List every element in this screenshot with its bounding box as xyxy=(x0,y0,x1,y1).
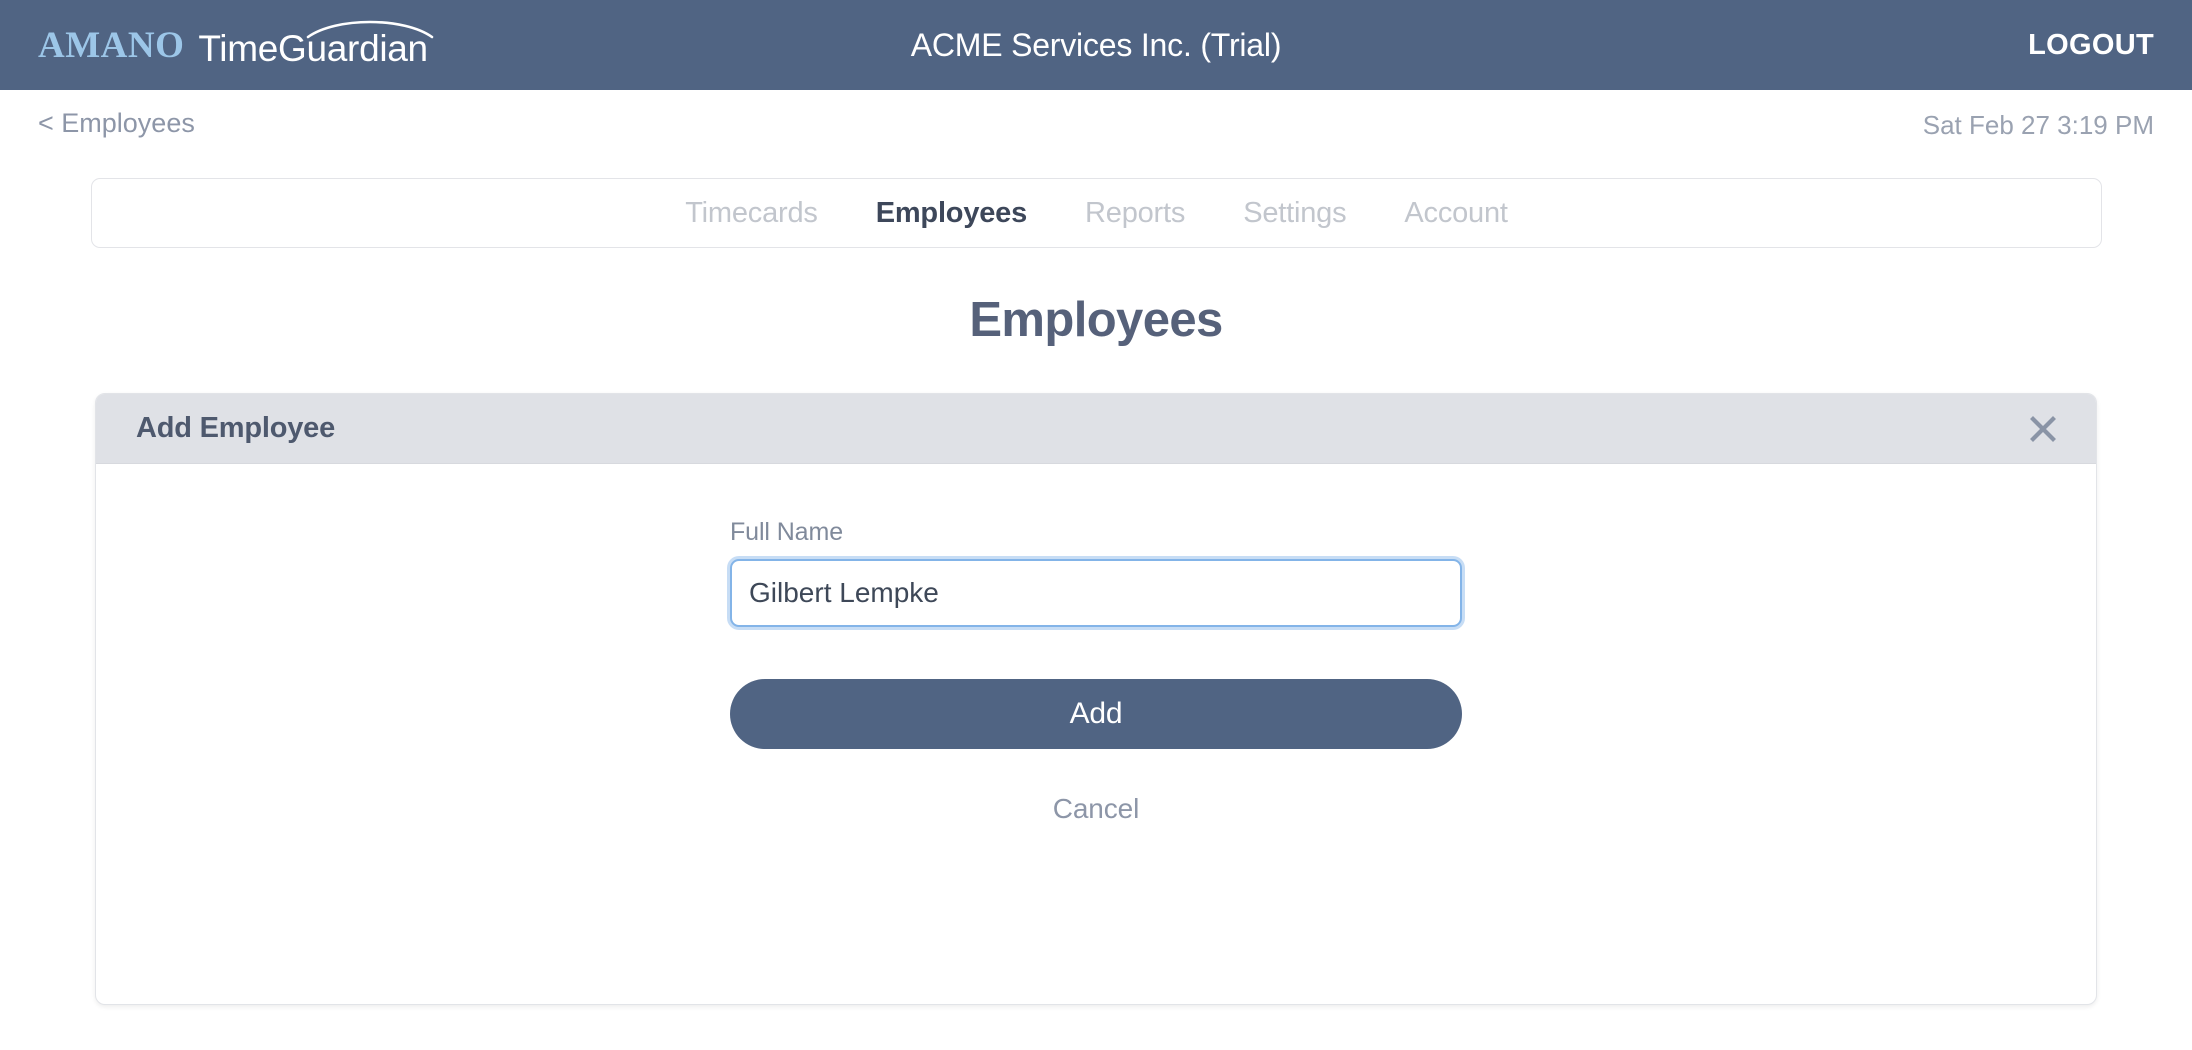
sub-header: < Employees Sat Feb 27 3:19 PM xyxy=(0,90,2192,158)
card-title: Add Employee xyxy=(136,412,336,444)
tab-reports[interactable]: Reports xyxy=(1079,193,1191,234)
page-title: Employees xyxy=(969,293,1223,347)
close-icon-glyph xyxy=(2030,415,2056,442)
card-body: Full Name Add Cancel xyxy=(96,464,2096,1004)
logout-button[interactable]: LOGOUT xyxy=(2028,29,2154,62)
close-icon[interactable] xyxy=(2020,406,2066,452)
full-name-label: Full Name xyxy=(730,518,844,546)
card-header: Add Employee xyxy=(96,394,2096,464)
main-nav: Timecards Employees Reports Settings Acc… xyxy=(91,178,2102,248)
full-name-field-group: Full Name xyxy=(730,518,1462,627)
add-employee-card: Add Employee Full Name Add Cancel xyxy=(95,393,2097,1005)
full-name-input[interactable] xyxy=(730,559,1462,627)
add-button[interactable]: Add xyxy=(730,679,1462,749)
app-header: AMANO TimeGuardian ACME Services Inc. (T… xyxy=(0,0,2192,90)
tab-account[interactable]: Account xyxy=(1398,193,1513,234)
back-to-employees-link[interactable]: < Employees xyxy=(38,108,195,139)
current-datetime: Sat Feb 27 3:19 PM xyxy=(1922,110,2154,140)
tab-timecards[interactable]: Timecards xyxy=(679,193,823,234)
tab-settings[interactable]: Settings xyxy=(1237,193,1352,234)
company-title: ACME Services Inc. (Trial) xyxy=(910,26,1282,63)
cancel-link[interactable]: Cancel xyxy=(1053,793,1140,825)
tab-employees[interactable]: Employees xyxy=(870,193,1033,234)
